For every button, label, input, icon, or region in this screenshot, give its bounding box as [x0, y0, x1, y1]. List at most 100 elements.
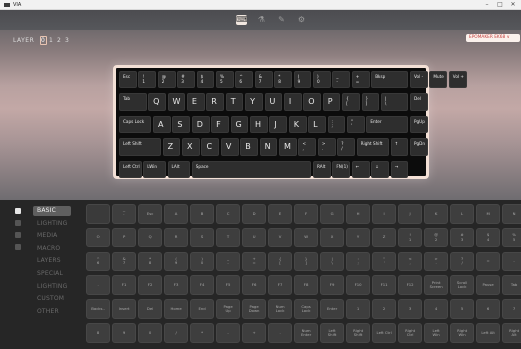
keycode-leftwin[interactable]: Left Win — [424, 323, 449, 343]
lighting-icon[interactable] — [15, 220, 21, 226]
keycode-printscreen[interactable]: Print Screen — [424, 275, 449, 295]
keycode-3[interactable]: 3 — [398, 299, 423, 319]
layer-2-button[interactable]: 2 — [56, 37, 63, 44]
key-bksp[interactable]: Bksp — [371, 71, 409, 89]
keycode--9[interactable]: ( 9 — [164, 251, 189, 272]
keycode-k[interactable]: K — [424, 204, 449, 224]
keycode--6[interactable]: ^ 6 — [86, 251, 111, 272]
key--[interactable]: ← — [351, 160, 370, 178]
keycode-4[interactable]: 4 — [424, 299, 449, 319]
keycode-q[interactable]: Q — [138, 227, 163, 248]
key--[interactable]: → — [390, 160, 409, 178]
keycode--2[interactable]: @ 2 — [424, 227, 449, 248]
key--1[interactable]: ! 1 — [138, 71, 157, 89]
keycode--[interactable]: * — [190, 323, 215, 343]
key-t[interactable]: T — [225, 93, 244, 111]
keycode-rightshift[interactable]: Right Shift — [346, 323, 371, 343]
keycode-insert[interactable]: Insert — [112, 299, 137, 319]
key--[interactable]: ↓ — [371, 160, 389, 178]
key-pgdn[interactable]: PgDn — [410, 138, 428, 156]
keycode--[interactable]: - — [502, 251, 521, 272]
key-left-shift[interactable]: Left Shift — [119, 138, 162, 156]
key-v[interactable]: V — [220, 138, 239, 156]
keycode-backs-[interactable]: Backs.. — [86, 299, 111, 319]
keycode-y[interactable]: Y — [346, 227, 371, 248]
key--4[interactable]: $ 4 — [196, 71, 215, 89]
keycode--8[interactable]: * 8 — [138, 251, 163, 272]
key-z[interactable]: Z — [162, 138, 181, 156]
keycode--[interactable]: + = — [242, 251, 267, 272]
keycode--[interactable]: = — [476, 251, 501, 272]
keycode-a[interactable]: A — [164, 204, 189, 224]
category-layers[interactable]: LAYERS — [33, 256, 71, 266]
keycode--[interactable]: ? / — [450, 251, 475, 272]
keycode-0[interactable]: 0 — [138, 323, 163, 343]
keycode-9[interactable]: 9 — [112, 323, 137, 343]
keycode-scrolllock[interactable]: Scroll Lock — [450, 275, 475, 295]
keycode-6[interactable]: 6 — [476, 299, 501, 319]
keycode-t[interactable]: T — [216, 227, 241, 248]
keycode--[interactable]: . — [268, 323, 293, 343]
design-icon[interactable]: ✎ — [276, 15, 287, 25]
keycode--7[interactable]: & 7 — [112, 251, 137, 272]
key-w[interactable]: W — [167, 93, 186, 111]
keycode-home[interactable]: Home — [164, 299, 189, 319]
keycode-blank[interactable] — [86, 204, 111, 224]
keycode-rightwin[interactable]: Right Win — [450, 323, 475, 343]
key--[interactable]: > . — [317, 138, 336, 156]
layer-3-button[interactable]: 3 — [64, 37, 71, 44]
key-pgup[interactable]: PgUp — [410, 115, 428, 134]
keycode-f1[interactable]: F1 — [112, 275, 137, 295]
keycode-r[interactable]: R — [164, 227, 189, 248]
keycode-z[interactable]: Z — [372, 227, 397, 248]
key-h[interactable]: H — [249, 115, 268, 134]
keycode-f3[interactable]: F3 — [164, 275, 189, 295]
keycode-b[interactable]: B — [190, 204, 215, 224]
keycode-f6[interactable]: F6 — [242, 275, 267, 295]
keycode-h[interactable]: H — [346, 204, 371, 224]
keycode-numlock[interactable]: Num Lock — [268, 299, 293, 319]
keycode-f5[interactable]: F5 — [216, 275, 241, 295]
keycode--1[interactable]: ! 1 — [398, 227, 423, 248]
key-u[interactable]: U — [264, 93, 283, 111]
key--[interactable]: ↑ — [390, 138, 409, 156]
category-lighting[interactable]: LIGHTING — [33, 282, 71, 292]
keycode--[interactable]: > . — [424, 251, 449, 272]
keycode-o[interactable]: O — [86, 227, 111, 248]
layer-1-button[interactable]: 1 — [48, 37, 55, 44]
key--[interactable]: } ] — [361, 93, 380, 111]
key-lwin[interactable]: LWin — [143, 160, 166, 178]
key--[interactable]: " ' — [346, 115, 365, 134]
key-vol-[interactable]: Vol - — [410, 71, 428, 89]
keycode-8[interactable]: 8 — [86, 323, 111, 343]
key--[interactable]: | \ — [380, 93, 409, 111]
key--3[interactable]: # 3 — [177, 71, 195, 89]
keycode-numenter[interactable]: Num Enter — [294, 323, 319, 343]
key-b[interactable]: B — [240, 138, 259, 156]
keycode-j[interactable]: J — [398, 204, 423, 224]
keycode-s[interactable]: S — [190, 227, 215, 248]
key-ralt[interactable]: RAlt — [313, 160, 331, 178]
keycode-tab[interactable]: Tab — [502, 275, 521, 295]
keycode--3[interactable]: # 3 — [450, 227, 475, 248]
key-del[interactable]: Del — [410, 93, 428, 111]
key--[interactable]: ? / — [337, 138, 356, 156]
keycode-5[interactable]: 5 — [450, 299, 475, 319]
macro-icon[interactable] — [15, 232, 21, 238]
keycode-c[interactable]: C — [216, 204, 241, 224]
keycode--[interactable]: : ; — [346, 251, 371, 272]
key-i[interactable]: I — [283, 93, 302, 111]
keycode--[interactable]: + — [242, 323, 267, 343]
keycode-f11[interactable]: F11 — [372, 275, 397, 295]
key--8[interactable]: * 8 — [274, 71, 292, 89]
key--[interactable]: : ; — [327, 115, 346, 134]
key-vol-[interactable]: Vol + — [448, 71, 467, 89]
category-macro[interactable]: MACRO — [33, 244, 71, 254]
keycode--[interactable]: _ - — [216, 251, 241, 272]
keycode-f4[interactable]: F4 — [190, 275, 215, 295]
minimize-icon[interactable]: – — [481, 0, 493, 10]
key-space[interactable]: Space — [191, 160, 312, 178]
key-caps-lock[interactable]: Caps Lock — [119, 115, 152, 134]
category-other[interactable]: OTHER — [33, 307, 71, 317]
keycode--5[interactable]: % 5 — [502, 227, 521, 248]
